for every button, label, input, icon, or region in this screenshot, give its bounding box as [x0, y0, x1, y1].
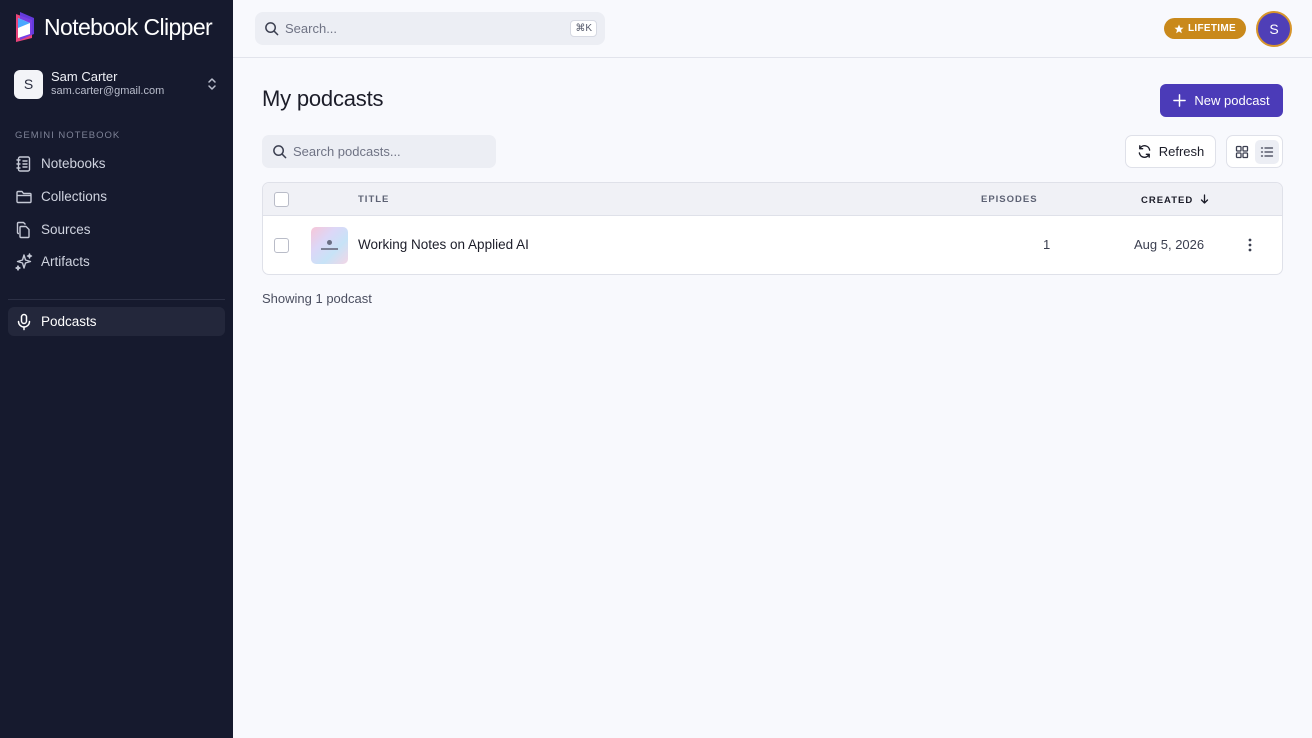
- table-row[interactable]: Working Notes on Applied AI 1 Aug 5, 202…: [263, 216, 1282, 274]
- global-search-input[interactable]: [285, 21, 555, 36]
- more-vertical-icon: [1248, 238, 1252, 252]
- grid-view-button[interactable]: [1230, 140, 1254, 164]
- row-actions-button[interactable]: [1239, 234, 1261, 256]
- thumbnail-mark: [327, 240, 332, 245]
- created-date: Aug 5, 2026: [1134, 237, 1205, 252]
- new-podcast-button[interactable]: New podcast: [1160, 84, 1283, 117]
- profile-avatar[interactable]: S: [1256, 11, 1292, 47]
- sidebar-item-collections[interactable]: Collections: [8, 182, 225, 211]
- sidebar-item-artifacts[interactable]: Artifacts: [8, 247, 225, 276]
- results-count: Showing 1 podcast: [262, 291, 372, 306]
- sidebar-item-notebooks[interactable]: Notebooks: [8, 149, 225, 178]
- list-icon: [1261, 146, 1274, 157]
- thumbnail-line: [321, 248, 338, 250]
- list-view-button[interactable]: [1255, 139, 1280, 164]
- podcast-thumbnail: [311, 227, 348, 264]
- sidebar-item-label: Artifacts: [41, 254, 90, 269]
- lifetime-badge-label: LIFETIME: [1188, 23, 1236, 34]
- created-column-header[interactable]: CREATED: [1141, 194, 1209, 206]
- podcast-search[interactable]: [262, 135, 496, 168]
- view-toggle: [1226, 135, 1283, 168]
- sidebar-item-label: Collections: [41, 189, 108, 204]
- episodes-count: 1: [1043, 237, 1051, 252]
- sidebar-item-label: Sources: [41, 222, 91, 237]
- sidebar-divider: [8, 299, 225, 300]
- podcast-search-input[interactable]: [293, 144, 483, 159]
- row-checkbox[interactable]: [274, 238, 289, 253]
- notebook-clipper-logo-icon: [16, 12, 34, 42]
- created-column-label: CREATED: [1141, 195, 1194, 206]
- grid-icon: [1235, 145, 1248, 158]
- refresh-icon: [1138, 145, 1151, 158]
- star-icon: [1174, 24, 1184, 33]
- folder-icon: [16, 190, 32, 203]
- sidebar-item-podcasts[interactable]: Podcasts: [8, 307, 225, 336]
- new-podcast-label: New podcast: [1194, 93, 1270, 108]
- podcasts-table: TITLE EPISODES CREATED Working Notes on …: [262, 182, 1283, 275]
- title-column-header[interactable]: TITLE: [358, 194, 389, 205]
- notebook-icon: [16, 155, 31, 172]
- page-title: My podcasts: [262, 86, 384, 111]
- lifetime-badge: LIFETIME: [1164, 18, 1246, 39]
- plus-icon: [1173, 94, 1187, 107]
- files-icon: [16, 221, 30, 238]
- podcast-title[interactable]: Working Notes on Applied AI: [358, 237, 529, 252]
- search-icon: [265, 22, 279, 36]
- shortcut-hint: ⌘K: [570, 20, 597, 37]
- user-avatar: S: [14, 69, 43, 99]
- arrow-down-icon: [1200, 194, 1209, 204]
- global-search[interactable]: ⌘K: [255, 12, 605, 45]
- refresh-button[interactable]: Refresh: [1125, 135, 1216, 168]
- user-name: Sam Carter: [51, 69, 118, 84]
- account-switcher[interactable]: S Sam Carter sam.carter@gmail.com: [14, 68, 220, 100]
- chevron-up-down-icon: [208, 78, 216, 90]
- sidebar-item-sources[interactable]: Sources: [8, 215, 225, 244]
- search-icon: [273, 145, 287, 159]
- sidebar: Notebook Clipper S Sam Carter sam.carter…: [0, 0, 233, 738]
- select-all-checkbox[interactable]: [274, 192, 289, 207]
- brand-name: Notebook Clipper: [44, 13, 213, 40]
- sidebar-item-label: Notebooks: [41, 156, 106, 171]
- brand[interactable]: Notebook Clipper: [14, 12, 213, 42]
- episodes-column-header[interactable]: EPISODES: [981, 194, 1038, 205]
- user-info: Sam Carter sam.carter@gmail.com: [51, 69, 204, 99]
- topbar: ⌘K LIFETIME S: [233, 0, 1312, 58]
- user-email: sam.carter@gmail.com: [51, 85, 165, 97]
- table-header: TITLE EPISODES CREATED: [263, 183, 1282, 216]
- refresh-label: Refresh: [1158, 144, 1205, 159]
- microphone-icon: [17, 313, 31, 330]
- sidebar-item-label: Podcasts: [41, 314, 97, 329]
- sparkles-icon: [15, 252, 33, 271]
- section-label: GEMINI NOTEBOOK: [15, 130, 121, 141]
